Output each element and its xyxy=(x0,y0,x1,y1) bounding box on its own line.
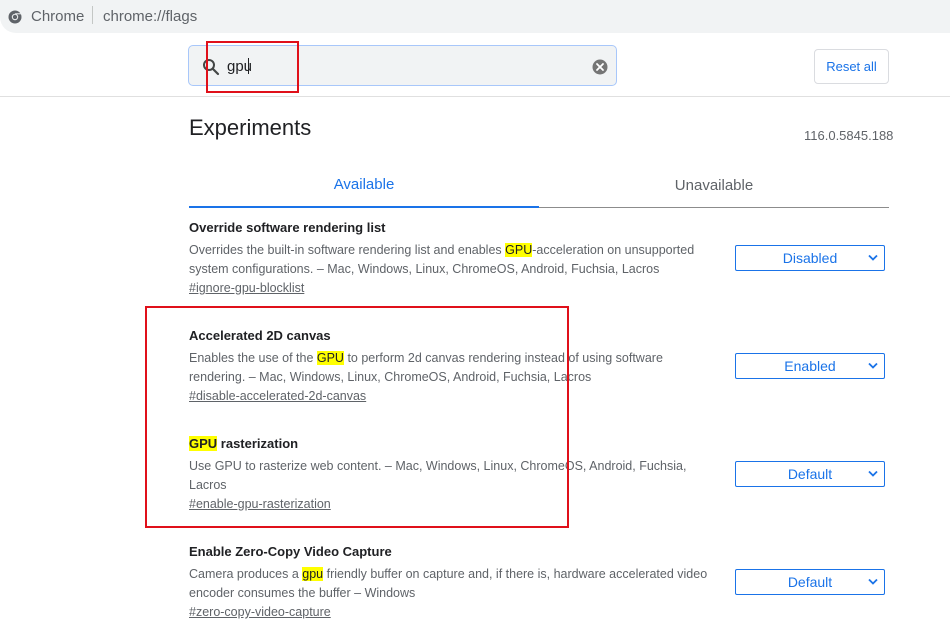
experiment-select-gpu-rasterization[interactable]: Default xyxy=(735,461,885,487)
search-box[interactable] xyxy=(188,45,617,86)
experiment-link[interactable]: #zero-copy-video-capture xyxy=(189,605,331,619)
search-highlight: GPU xyxy=(316,351,344,365)
experiment-name: GPU rasterization xyxy=(189,436,299,451)
chevron-down-icon xyxy=(868,254,878,261)
clear-search-icon[interactable] xyxy=(592,59,608,75)
experiment-description: Use GPU to rasterize web content. – Mac,… xyxy=(189,459,687,492)
experiment-name: Accelerated 2D canvas xyxy=(189,328,331,343)
site-name: Chrome xyxy=(31,8,85,25)
experiment-link[interactable]: #enable-gpu-rasterization xyxy=(189,497,331,511)
search-input[interactable] xyxy=(227,56,587,76)
chevron-down-icon xyxy=(868,578,878,585)
experiment-link[interactable]: #disable-accelerated-2d-canvas xyxy=(189,389,366,403)
experiment-name: Override software rendering list xyxy=(189,220,386,235)
text-cursor xyxy=(248,58,249,74)
select-value: Default xyxy=(787,574,833,590)
experiment-link[interactable]: #ignore-gpu-blocklist xyxy=(189,281,304,295)
tab-bar: Available Unavailable xyxy=(189,163,889,208)
experiment-name: Enable Zero-Copy Video Capture xyxy=(189,544,392,559)
experiment-description: Enables the use of the GPU to perform 2d… xyxy=(189,351,663,384)
search-highlight: gpu xyxy=(302,567,324,581)
chrome-icon xyxy=(8,10,22,24)
chevron-down-icon xyxy=(868,362,878,369)
select-value: Enabled xyxy=(784,358,836,374)
experiment-select-zero-copy-video-capture[interactable]: Default xyxy=(735,569,885,595)
reset-all-button[interactable]: Reset all xyxy=(814,49,889,84)
experiment-select-override-software-rendering-list[interactable]: Disabled xyxy=(735,245,885,271)
experiment-description: Camera produces a gpu friendly buffer on… xyxy=(189,567,708,600)
select-value: Disabled xyxy=(782,250,838,266)
search-highlight: GPU xyxy=(505,243,533,257)
omnibox-divider xyxy=(92,6,93,24)
experiment-select-accelerated-2d-canvas[interactable]: Enabled xyxy=(735,353,885,379)
tab-unavailable[interactable]: Unavailable xyxy=(539,163,889,207)
tab-available[interactable]: Available xyxy=(189,163,539,208)
search-highlight: GPU xyxy=(189,436,218,451)
search-icon xyxy=(203,59,220,76)
url-text[interactable]: chrome://flags xyxy=(103,8,197,25)
version-label: 116.0.5845.188 xyxy=(804,128,894,143)
experiment-description: Overrides the built-in software renderin… xyxy=(189,243,695,276)
chevron-down-icon xyxy=(868,470,878,477)
page-title: Experiments xyxy=(189,115,312,140)
select-value: Default xyxy=(787,466,833,482)
address-bar[interactable]: Chrome chrome://flags xyxy=(0,0,950,33)
